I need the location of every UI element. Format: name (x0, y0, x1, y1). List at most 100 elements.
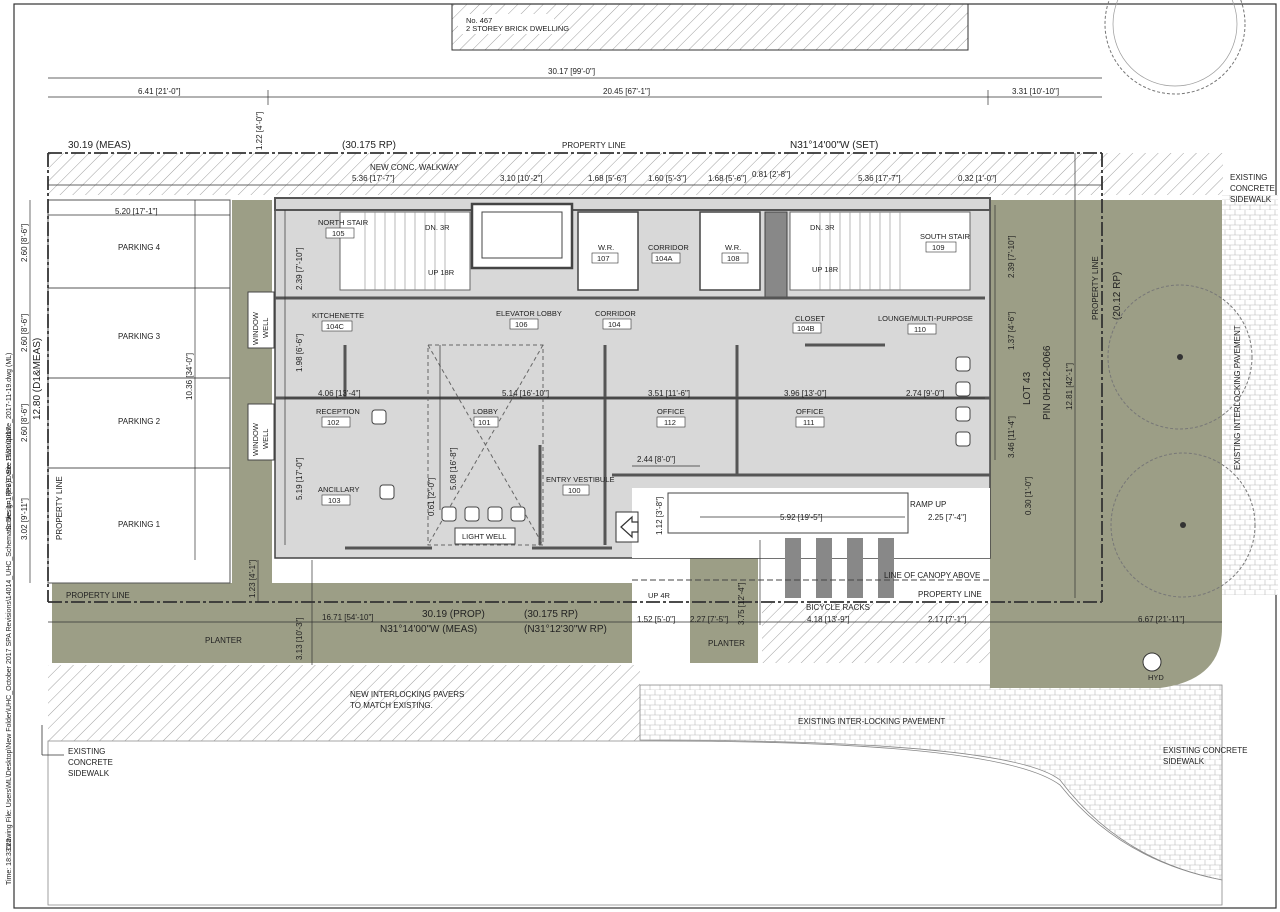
paver-hatch-mid (762, 603, 990, 663)
rp-bottom-2: (N31°12'30"W RP) (524, 624, 607, 635)
dim-walk5: 1.68 [5'-6"] (708, 174, 746, 183)
room-number: 102 (327, 418, 340, 427)
bearing-bottom: N31°14'00"W (MEAS) (380, 624, 477, 635)
lot-depth-left: 12.80 (D1&MEAS) (32, 338, 43, 420)
planter-label-1: PLANTER (205, 636, 242, 645)
dim-225: 2.25 [7'-4"] (928, 513, 966, 522)
walkway-hatch (48, 153, 1223, 195)
dim-406: 4.06 [13'-4"] (318, 389, 361, 398)
dim-overall: 30.17 [99'-0"] (548, 67, 595, 76)
dim-middle: 20.45 [67'-1"] (603, 87, 650, 96)
bicycle-racks: BICYCLE RACKS (806, 603, 870, 612)
new-pavers-1: NEW INTERLOCKING PAVERS (350, 690, 464, 699)
bearing-top: N31°14'00"W (SET) (790, 140, 878, 151)
site-plan-drawing: No. 467 2 STOREY BRICK DWELLING Drawing … (6, 0, 1278, 909)
right-pavers (1222, 195, 1278, 595)
dim-375: 3.75 [12'-4"] (737, 582, 746, 625)
drawing-time: Time: 18:33:22 (6, 838, 13, 885)
paver-hatch-left (48, 665, 640, 741)
dim-left: 6.41 [21'-0"] (138, 87, 181, 96)
dim-walk8: 0.32 [1'-0"] (958, 174, 996, 183)
dim-227: 2.27 [7'-5"] (690, 615, 728, 624)
dim-right: 3.31 [10'-10"] (1012, 87, 1059, 96)
dim-313: 3.13 [10'-3"] (295, 617, 304, 660)
room-number: 104B (797, 324, 815, 333)
room-number: 108 (727, 254, 740, 263)
parking-1: PARKING 1 (118, 520, 161, 529)
dim-ns-h: 2.39 [7'-10"] (295, 247, 304, 290)
dim-kit-h: 1.98 [6'-6"] (295, 334, 304, 372)
ramp-up: RAMP UP (910, 500, 946, 509)
room-name: ELEVATOR LOBBY (496, 309, 562, 318)
room-name: OFFICE (796, 407, 824, 416)
lot-label: LOT 43 (1022, 371, 1033, 405)
existing-concrete-tr-2: CONCRETE (1230, 184, 1275, 193)
room-number: 107 (597, 254, 610, 263)
dim-667: 6.67 [21'-11"] (1138, 615, 1184, 624)
room-name: LOBBY (473, 407, 498, 416)
dim-park3: 2.60 [8'-6"] (20, 314, 29, 352)
dim-lobby-h: 5.08 [16'-8"] (449, 447, 458, 490)
dim-walk4: 1.60 [5'-3"] (648, 174, 686, 183)
meas-bottom: 30.19 (PROP) (422, 609, 485, 620)
rp-bottom: (30.175 RP) (524, 609, 578, 620)
pin-label: PIN 0H212-0066 (1042, 345, 1053, 420)
dim-park2: 2.60 [8'-6"] (20, 404, 29, 442)
dim-592: 5.92 [19'-5"] (780, 513, 823, 522)
room-number: 106 (515, 320, 528, 329)
room-name: CORRIDOR (648, 243, 689, 252)
dim-396: 3.96 [13'-0"] (784, 389, 827, 398)
existing-interlocking-r: EXISTING INTERLOCKING PAVEMENT (1233, 325, 1242, 470)
dim-152: 1.52 [5'-0"] (637, 615, 675, 624)
dim-030: 0.30 [1'-0"] (1024, 477, 1033, 515)
planter-label-2: PLANTER (708, 639, 745, 648)
rp-top: (30.175 RP) (342, 140, 396, 151)
room-name: LOUNGE/MULTI-PURPOSE (878, 314, 973, 323)
dim-park1: 3.02 [9'-11"] (20, 498, 29, 540)
dim-walk6: 0.81 [2'-8"] (752, 170, 790, 179)
room-name: CORRIDOR (595, 309, 636, 318)
hydrant-icon: HYD (1148, 673, 1164, 682)
dim-123: 1.23 [4'-1"] (248, 560, 257, 598)
canopy-label: LINE OF CANOPY ABOVE (884, 571, 980, 580)
dim-274: 2.74 [9'-0"] (906, 389, 944, 398)
up18r-south: UP 18R (812, 265, 839, 274)
property-line-br: PROPERTY LINE (918, 590, 982, 599)
room-name: OFFICE (657, 407, 685, 416)
dim-418: 4.18 [13'-9"] (807, 615, 850, 624)
dim-112: 1.12 [3'-8"] (655, 497, 664, 535)
dim-137: 1.37 [4'-6"] (1007, 312, 1016, 350)
room-number: 100 (568, 486, 581, 495)
parking-3: PARKING 3 (118, 332, 161, 341)
room-name: ANCILLARY (318, 485, 360, 494)
room-name: KITCHENETTE (312, 311, 364, 320)
dim-walk3: 1.68 [5'-6"] (588, 174, 626, 183)
existing-concrete-tr-1: EXISTING (1230, 173, 1267, 182)
dim-walk7: 5.36 [17'-7"] (858, 174, 901, 183)
dim-depth-inner: 10.36 [34'-0"] (185, 353, 194, 400)
room-number: 111 (803, 418, 814, 427)
dim-walk2: 3.10 [10'-2"] (500, 174, 543, 183)
existing-concrete-bl-1: EXISTING (68, 747, 105, 756)
dim-351: 3.51 [11'-6"] (648, 389, 690, 398)
dn3r-north: DN. 3R (425, 223, 450, 232)
dim-setback: 1.22 [4'-0"] (255, 112, 264, 150)
existing-concrete-tr-3: SIDEWALK (1230, 195, 1272, 204)
room-name: RECEPTION (316, 407, 360, 416)
window-well-1b: WELL (261, 318, 270, 338)
dim-217: 2.17 [7'-1"] (928, 615, 966, 624)
window-well-2: WINDOW (251, 422, 260, 456)
parking-2: PARKING 2 (118, 417, 161, 426)
neighbour-desc: 2 STOREY BRICK DWELLING (466, 24, 569, 33)
meas-top: 30.19 (MEAS) (68, 140, 131, 151)
room-name: NORTH STAIR (318, 218, 369, 227)
dim-park4: 2.60 [8'-6"] (20, 224, 29, 262)
lot-depth-right: 12.81 [42'-1"] (1065, 363, 1074, 410)
property-line-top: PROPERTY LINE (562, 141, 626, 150)
room-number: 103 (328, 496, 341, 505)
lot-right-rp: (20.12 RP) (1112, 272, 1123, 320)
tree-canopy (1104, 0, 1246, 95)
dim-244: 2.44 [8'-0"] (637, 455, 675, 464)
existing-concrete-br-1: EXISTING CONCRETE (1163, 746, 1247, 755)
room-number: 105 (332, 229, 345, 238)
